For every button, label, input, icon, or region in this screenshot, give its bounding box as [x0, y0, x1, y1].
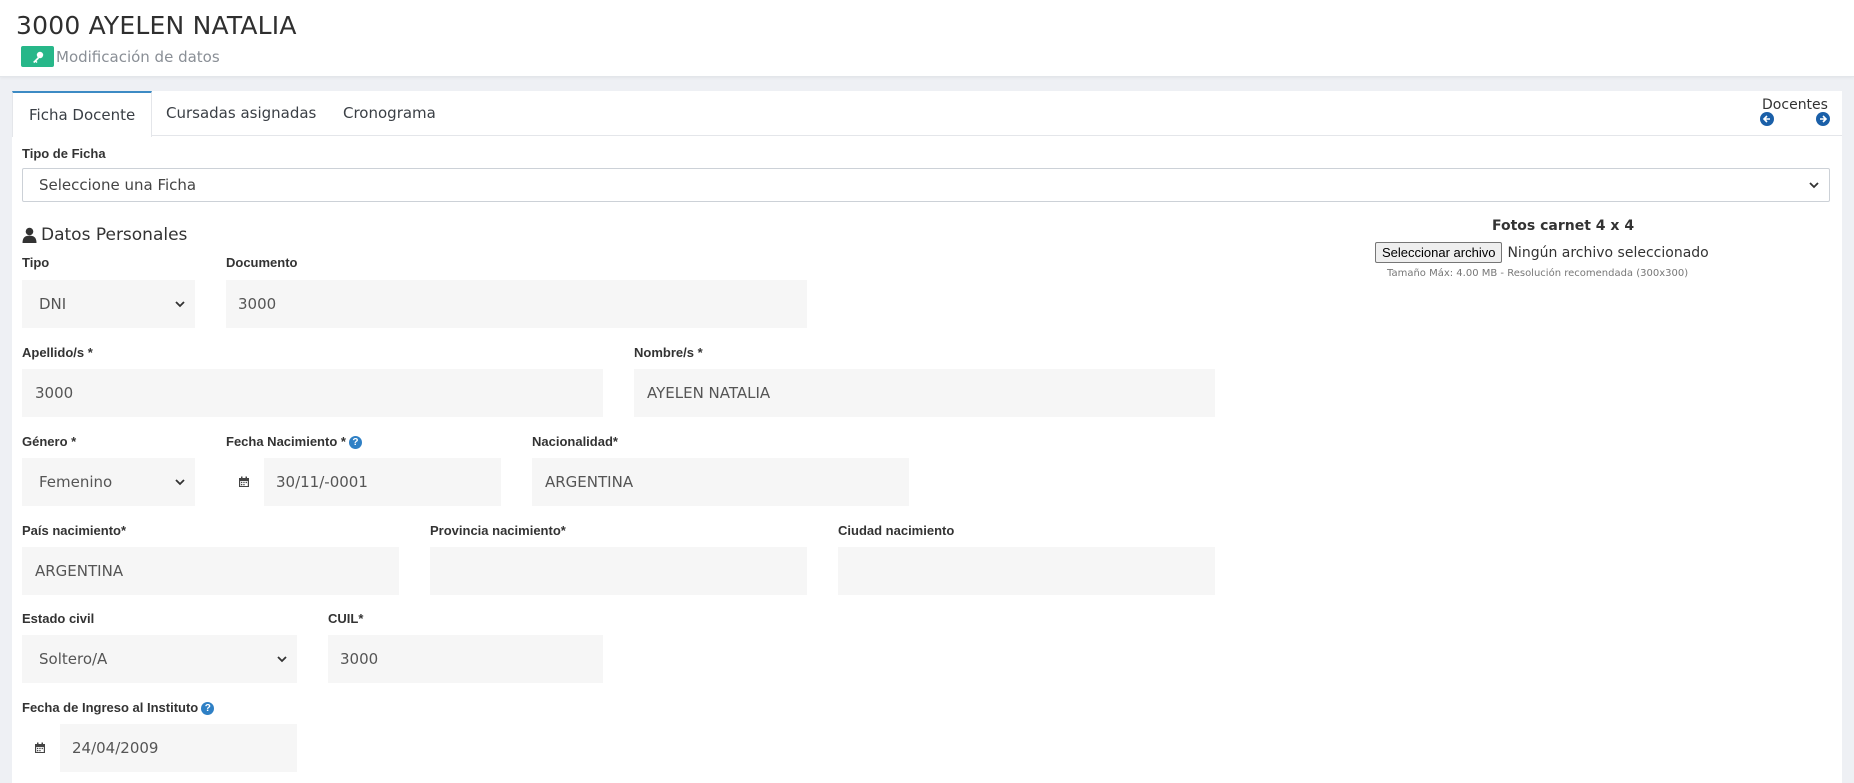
documento-input[interactable]: 3000 — [226, 280, 807, 328]
genero-value: Femenino — [39, 473, 113, 491]
help-icon[interactable]: ? — [348, 436, 362, 450]
chevron-down-icon — [175, 301, 185, 308]
select-file-button[interactable]: Seleccionar archivo — [1375, 242, 1503, 263]
help-icon[interactable]: ? — [201, 702, 215, 716]
calendar-icon[interactable] — [22, 724, 58, 772]
provincia-label: Provincia nacimiento* — [430, 523, 566, 538]
photo-title: Fotos carnet 4 x 4 — [1492, 218, 1635, 234]
documento-label: Documento — [226, 255, 298, 270]
cuil-label: CUIL* — [328, 611, 364, 626]
fecha-nac-label: Fecha Nacimiento *? — [226, 434, 362, 450]
tab-cronograma[interactable]: Cronograma — [327, 91, 452, 136]
ciudad-label: Ciudad nacimiento — [838, 523, 955, 538]
apellido-input[interactable]: 3000 — [22, 369, 603, 417]
chevron-down-icon — [277, 656, 287, 663]
user-icon — [22, 227, 37, 243]
fecha-ingreso-input[interactable]: 24/04/2009 — [60, 724, 297, 772]
genero-select[interactable]: Femenino — [22, 458, 195, 506]
calendar-icon[interactable] — [226, 458, 262, 506]
tipo-label: Tipo — [22, 255, 50, 270]
photo-upload: Seleccionar archivo Ningún archivo selec… — [1375, 242, 1709, 263]
tipo-ficha-label: Tipo de Ficha — [22, 146, 106, 161]
main-panel: Ficha Docente Cursadas asignadas Cronogr… — [12, 91, 1842, 783]
tab-cursadas-asignadas[interactable]: Cursadas asignadas — [150, 91, 332, 136]
fecha-ingreso-label-text: Fecha de Ingreso al Instituto — [22, 700, 199, 715]
page-subtitle: Modificación de datos — [21, 46, 220, 67]
nacionalidad-input[interactable]: ARGENTINA — [532, 458, 909, 506]
docentes-nav-label: Docentes — [1762, 97, 1828, 113]
arrow-right-circle-icon[interactable] — [1816, 112, 1830, 126]
nombre-input[interactable]: AYELEN NATALIA — [634, 369, 1215, 417]
fecha-nac-label-text: Fecha Nacimiento * — [226, 434, 346, 449]
file-size-note: Tamaño Máx: 4.00 MB - Resolución recomen… — [1387, 268, 1689, 279]
apellido-label: Apellido/s * — [22, 345, 93, 360]
tipo-ficha-select[interactable]: Seleccione una Ficha — [22, 168, 1830, 202]
page-title: 3000 AYELEN NATALIA — [16, 11, 297, 40]
tipo-select[interactable]: DNI — [22, 280, 195, 328]
estado-civil-select[interactable]: Soltero/A — [22, 635, 297, 683]
page-header: 3000 AYELEN NATALIA Modificación de dato… — [0, 0, 1854, 77]
tab-ficha-docente[interactable]: Ficha Docente — [12, 91, 153, 137]
ciudad-input[interactable] — [838, 547, 1215, 595]
cuil-input[interactable]: 3000 — [328, 635, 603, 683]
nombre-label: Nombre/s * — [634, 345, 703, 360]
key-icon — [21, 46, 54, 67]
section-title: Datos Personales — [41, 225, 188, 245]
chevron-down-icon — [1809, 182, 1819, 189]
fecha-nac-input[interactable]: 30/11/-0001 — [264, 458, 501, 506]
file-status: Ningún archivo seleccionado — [1507, 244, 1709, 261]
tipo-value: DNI — [39, 295, 67, 313]
chevron-down-icon — [175, 479, 185, 486]
datos-personales-heading: Datos Personales — [22, 225, 187, 245]
pais-input[interactable]: ARGENTINA — [22, 547, 399, 595]
subtitle-text: Modificación de datos — [56, 47, 220, 66]
arrow-left-circle-icon[interactable] — [1760, 112, 1774, 126]
pais-label: País nacimiento* — [22, 523, 127, 538]
fecha-ingreso-label: Fecha de Ingreso al Instituto? — [22, 700, 215, 716]
estado-civil-label: Estado civil — [22, 611, 95, 626]
docentes-nav: Docentes — [1760, 97, 1830, 126]
tab-bar: Ficha Docente Cursadas asignadas Cronogr… — [12, 91, 1842, 137]
nacionalidad-label: Nacionalidad* — [532, 434, 618, 449]
estado-civil-value: Soltero/A — [39, 650, 108, 668]
genero-label: Género * — [22, 434, 77, 449]
provincia-input[interactable] — [430, 547, 807, 595]
tipo-ficha-value: Seleccione una Ficha — [39, 176, 197, 194]
